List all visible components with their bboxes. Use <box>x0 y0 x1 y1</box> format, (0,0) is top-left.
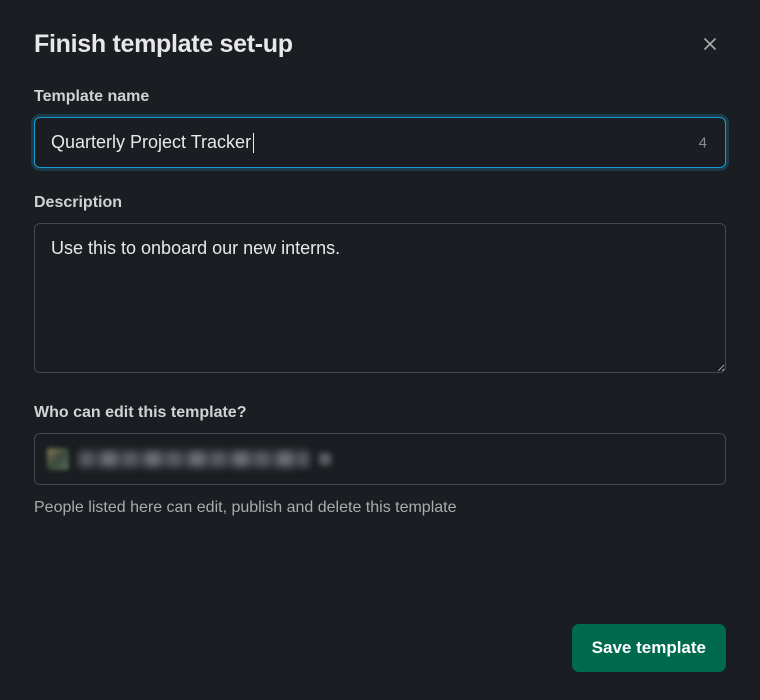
editors-help-text: People listed here can edit, publish and… <box>34 499 726 517</box>
template-name-input-wrapper: Quarterly Project Tracker 4 <box>34 117 726 168</box>
modal-header: Finish template set-up <box>34 28 726 60</box>
save-template-button[interactable]: Save template <box>572 624 726 672</box>
close-button[interactable] <box>694 28 726 60</box>
editors-label: Who can edit this template? <box>34 404 726 422</box>
template-name-field: Template name Quarterly Project Tracker … <box>34 88 726 168</box>
editors-input[interactable] <box>34 433 726 485</box>
description-field: Description <box>34 194 726 378</box>
description-label: Description <box>34 194 726 212</box>
template-setup-modal: Finish template set-up Template name Qua… <box>0 0 760 700</box>
editor-status-redacted <box>319 453 331 465</box>
modal-footer: Save template <box>34 604 726 672</box>
template-name-input[interactable]: Quarterly Project Tracker 4 <box>34 117 726 168</box>
text-cursor <box>253 133 254 153</box>
editor-avatar <box>47 448 69 470</box>
close-icon <box>700 34 720 54</box>
modal-title: Finish template set-up <box>34 30 293 59</box>
char-count: 4 <box>699 134 707 151</box>
editor-name-redacted <box>79 451 309 467</box>
template-name-label: Template name <box>34 88 726 106</box>
editors-field: Who can edit this template? People liste… <box>34 404 726 517</box>
description-textarea[interactable] <box>34 223 726 373</box>
template-name-value: Quarterly Project Tracker <box>51 132 251 153</box>
